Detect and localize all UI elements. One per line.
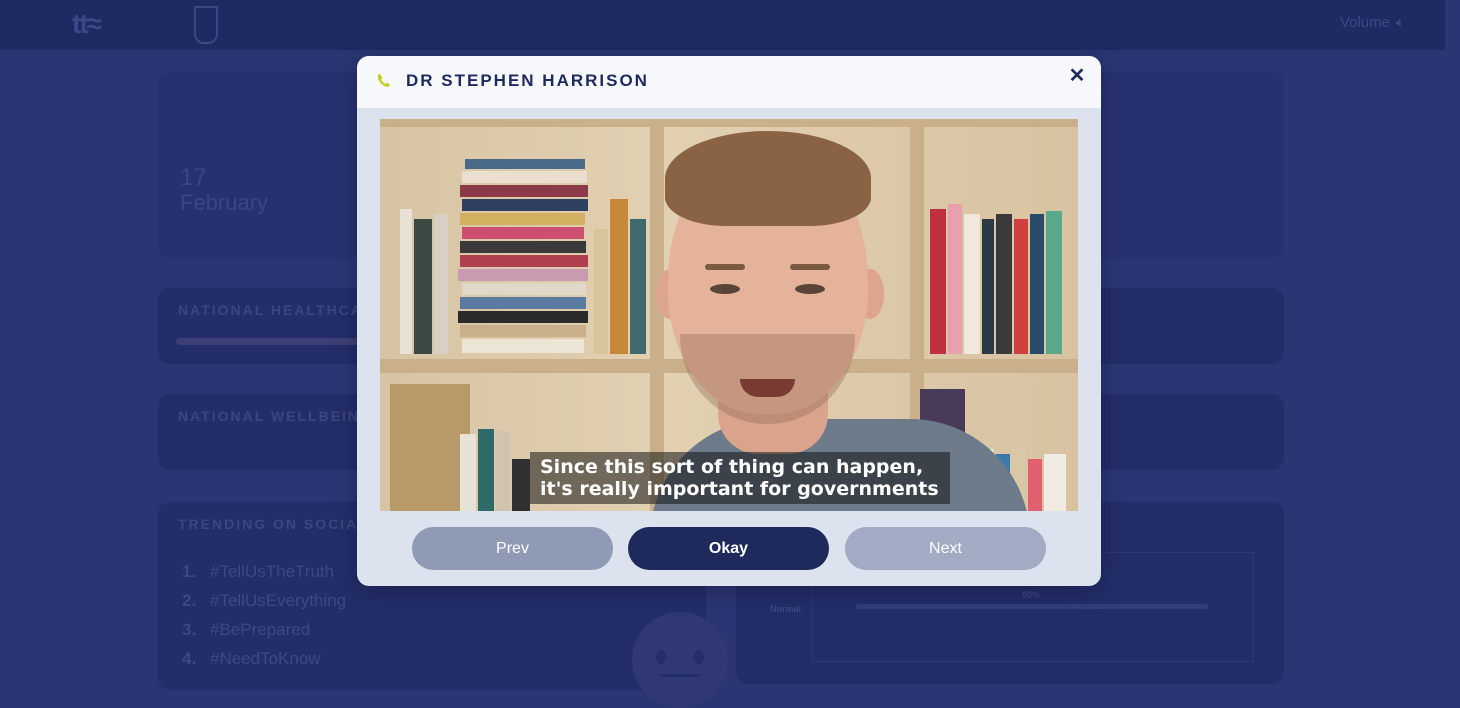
social-title: TRENDING ON SOCIAL bbox=[178, 516, 369, 532]
chart-bar bbox=[856, 604, 1208, 609]
crest-logo bbox=[194, 6, 260, 44]
date-month: February bbox=[180, 190, 269, 215]
subtitle-line-2: it's really important for governments bbox=[540, 478, 939, 500]
close-icon[interactable]: ✕ bbox=[1065, 64, 1089, 88]
neutral-face-icon bbox=[632, 612, 728, 708]
video-call-modal: DR STEPHEN HARRISON ✕ Since this sort of… bbox=[357, 56, 1101, 586]
list-item: 3. #BePrepared bbox=[182, 620, 311, 639]
prev-button[interactable]: Prev bbox=[412, 527, 613, 570]
phone-icon bbox=[377, 74, 390, 87]
chart-axis-label: Normal bbox=[770, 604, 802, 614]
okay-button[interactable]: Okay bbox=[628, 527, 829, 570]
chart-percent-label: 50% bbox=[1022, 590, 1041, 600]
trending-list: 1. #TellUsTheTruth 2. #TellUsEverything 3.… bbox=[182, 562, 346, 678]
healthcare-bar bbox=[176, 338, 376, 345]
list-item: 2. #TellUsEverything bbox=[182, 591, 347, 610]
speaker-icon: 🔈︎ bbox=[1395, 14, 1405, 31]
video-subtitle: Since this sort of thing can happen, it'… bbox=[530, 452, 950, 504]
modal-title: DR STEPHEN HARRISON bbox=[406, 71, 649, 90]
next-button[interactable]: Next bbox=[845, 527, 1046, 570]
list-item: 4. #NeedToKnow bbox=[182, 649, 321, 668]
volume-control[interactable]: Volume 🔈︎ bbox=[1340, 14, 1405, 31]
top-bar: tt≈ Volume 🔈︎ bbox=[0, 0, 1445, 50]
date-day: 17 bbox=[180, 164, 207, 191]
subtitle-line-1: Since this sort of thing can happen, bbox=[540, 456, 924, 478]
modal-header: DR STEPHEN HARRISON ✕ bbox=[357, 56, 1101, 108]
healthcare-title: NATIONAL HEALTHCARE bbox=[178, 302, 387, 318]
video-player[interactable]: Since this sort of thing can happen, it'… bbox=[380, 119, 1078, 511]
volume-label: Volume bbox=[1339, 14, 1390, 31]
wellbeing-title: NATIONAL WELLBEING bbox=[178, 408, 373, 424]
app-logo: tt≈ bbox=[72, 8, 102, 39]
list-item: 1. #TellUsTheTruth bbox=[182, 562, 335, 581]
